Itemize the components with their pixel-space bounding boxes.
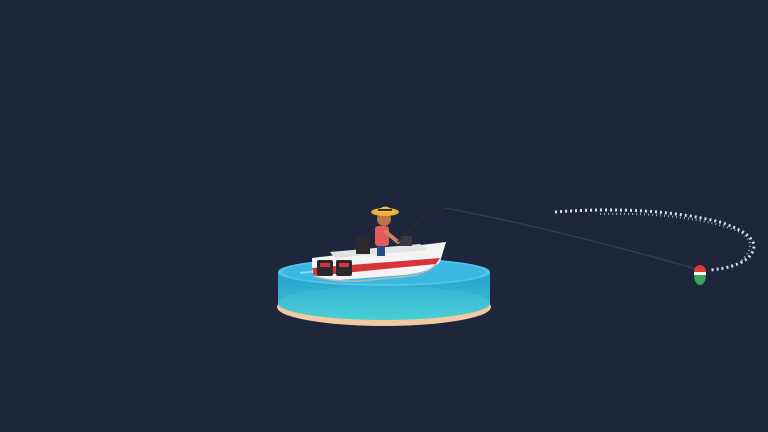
fishing-line-icon	[445, 207, 701, 271]
splash-trail-icon	[554, 208, 756, 272]
game-scene[interactable]	[0, 0, 768, 432]
bobber-icon[interactable]	[694, 260, 706, 285]
